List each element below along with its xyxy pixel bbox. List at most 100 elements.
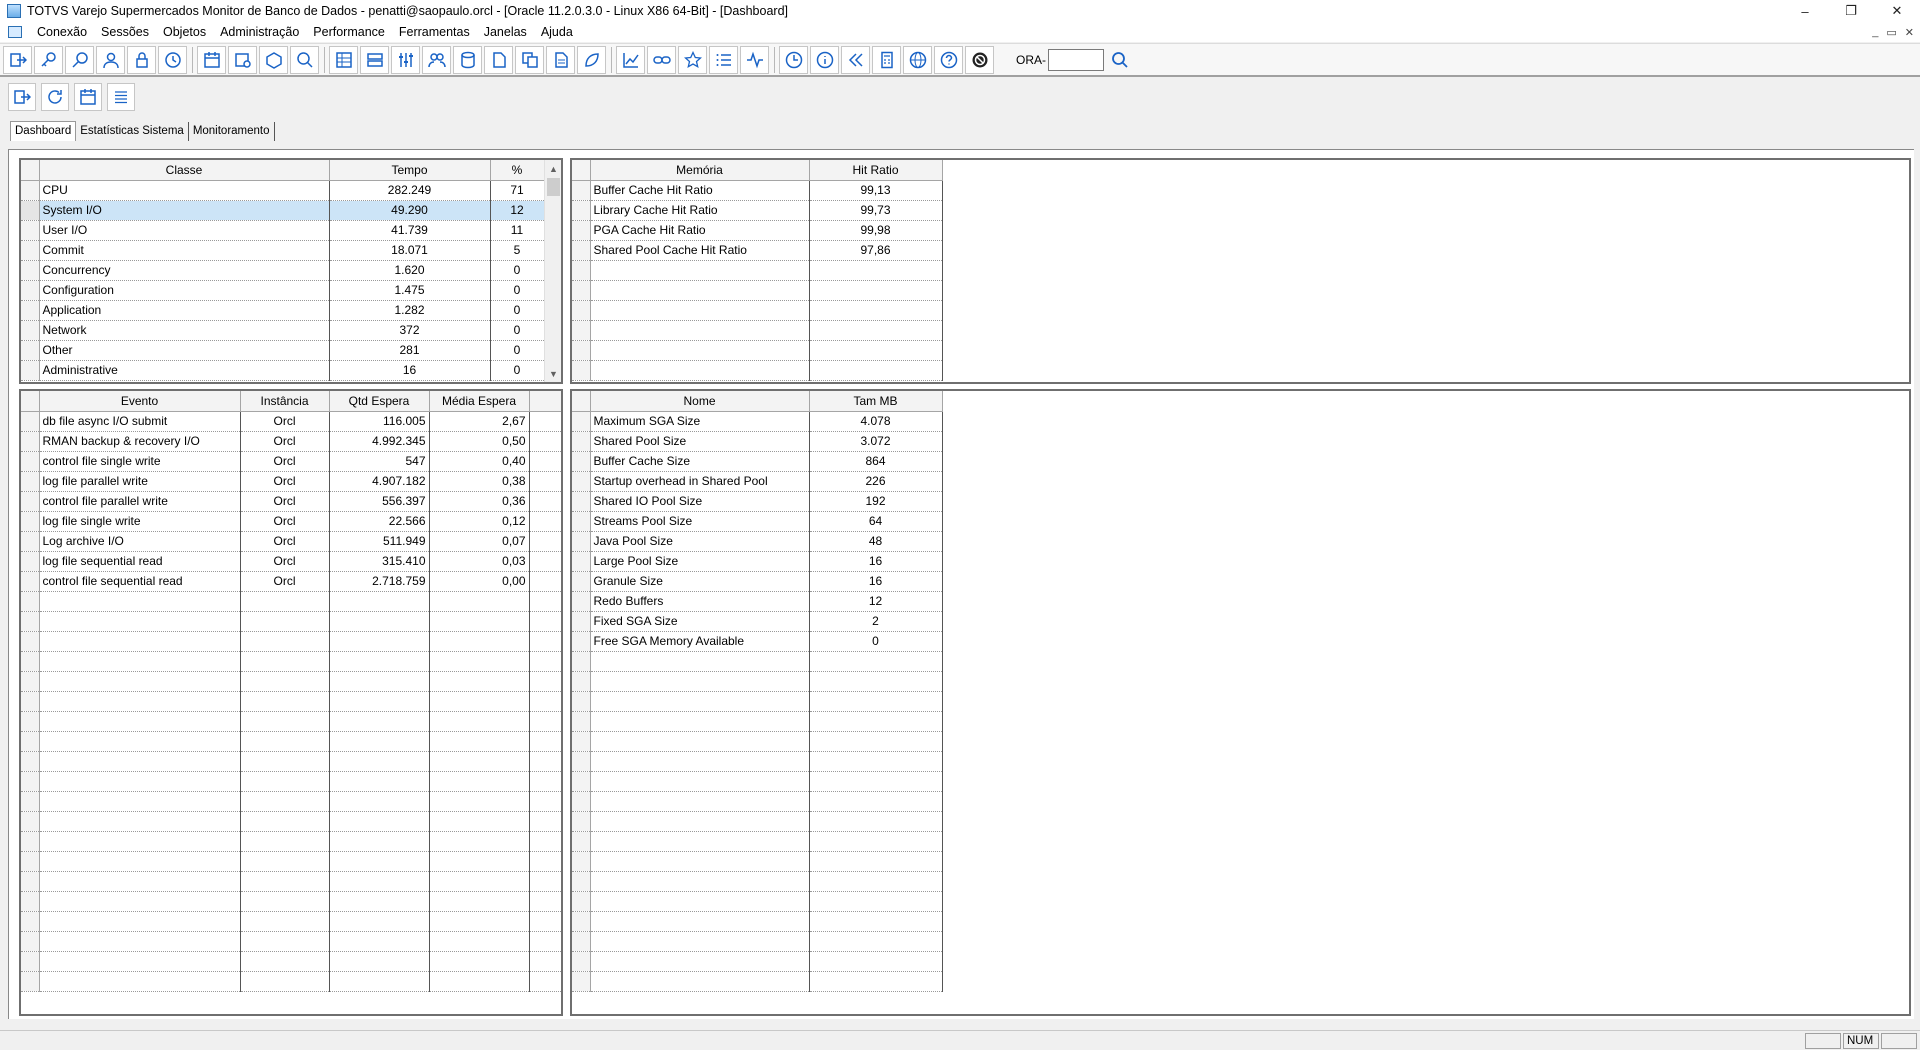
row-indicator[interactable]: [572, 811, 591, 832]
cell-tam-mb[interactable]: 16: [809, 551, 943, 572]
cell-nome[interactable]: Shared Pool Size: [590, 431, 810, 452]
roles-button[interactable]: [422, 45, 451, 74]
cell-tempo[interactable]: 1.620: [329, 260, 491, 281]
cell-nome[interactable]: Free SGA Memory Available: [590, 631, 810, 652]
cell-tam-mb[interactable]: [809, 751, 943, 772]
calculator-button[interactable]: [872, 45, 901, 74]
cell-instancia[interactable]: [240, 931, 330, 952]
cell-memoria[interactable]: Buffer Cache Hit Ratio: [590, 180, 810, 201]
cell-qtd-espera[interactable]: [329, 851, 430, 872]
sessions-button[interactable]: [34, 45, 63, 74]
table-row[interactable]: [21, 691, 561, 712]
cell-instancia[interactable]: [240, 591, 330, 612]
cell-media-espera[interactable]: [429, 731, 530, 752]
help-button[interactable]: [934, 45, 963, 74]
table-row[interactable]: Buffer Cache Hit Ratio 99,13: [572, 180, 943, 201]
row-indicator[interactable]: [21, 260, 40, 281]
close-button[interactable]: ✕: [1874, 0, 1920, 22]
chart-button[interactable]: [616, 45, 645, 74]
cell-qtd-espera[interactable]: [329, 791, 430, 812]
table-row[interactable]: PGA Cache Hit Ratio 99,98: [572, 220, 943, 241]
cell-qtd-espera[interactable]: [329, 811, 430, 832]
cell-tempo[interactable]: 281: [329, 340, 491, 361]
cell-hit-ratio[interactable]: 99,73: [809, 200, 943, 221]
dashboard-calendar-button[interactable]: [74, 83, 102, 111]
cell-qtd-espera[interactable]: 2.718.759: [329, 571, 430, 592]
cell-nome[interactable]: Maximum SGA Size: [590, 411, 810, 432]
cell-qtd-espera[interactable]: [329, 731, 430, 752]
cell-tam-mb[interactable]: 226: [809, 471, 943, 492]
table-row[interactable]: Configuration 1.475 0: [21, 280, 545, 301]
table-row[interactable]: [572, 280, 943, 301]
row-indicator[interactable]: [21, 751, 40, 772]
cell-instancia[interactable]: [240, 751, 330, 772]
table-row[interactable]: [572, 791, 943, 812]
cell-tam-mb[interactable]: [809, 811, 943, 832]
cell-nome[interactable]: Fixed SGA Size: [590, 611, 810, 632]
back-button[interactable]: [841, 45, 870, 74]
cell-media-espera[interactable]: [429, 751, 530, 772]
cell-qtd-espera[interactable]: 4.907.182: [329, 471, 430, 492]
cell-nome[interactable]: [590, 871, 810, 892]
cell-qtd-espera[interactable]: 511.949: [329, 531, 430, 552]
row-indicator[interactable]: [21, 200, 40, 221]
row-indicator[interactable]: [572, 240, 591, 261]
table-row[interactable]: Free SGA Memory Available 0: [572, 631, 943, 652]
cell-classe[interactable]: Network: [39, 320, 330, 341]
table-row[interactable]: [572, 751, 943, 772]
table-row[interactable]: [21, 871, 561, 892]
cell-evento[interactable]: [39, 851, 241, 872]
row-indicator[interactable]: [572, 431, 591, 452]
table-row[interactable]: [21, 711, 561, 732]
row-indicator[interactable]: [21, 951, 40, 972]
row-indicator[interactable]: [21, 431, 40, 452]
cell-media-espera[interactable]: 0,03: [429, 551, 530, 572]
sga-size-grid[interactable]: Nome Tam MB Maximum SGA Size 4.078 Shared …: [570, 389, 1911, 1016]
table-row[interactable]: control file sequential read Orcl 2.718.75…: [21, 571, 561, 592]
mdi-child-icon[interactable]: [8, 26, 22, 38]
cell-tam-mb[interactable]: [809, 671, 943, 692]
cell-tam-mb[interactable]: 4.078: [809, 411, 943, 432]
table-row[interactable]: Redo Buffers 12: [572, 591, 943, 612]
cell-tam-mb[interactable]: [809, 691, 943, 712]
row-indicator[interactable]: [21, 811, 40, 832]
cell-hit-ratio[interactable]: [809, 260, 943, 281]
search-sessions-button[interactable]: [65, 45, 94, 74]
memory-hit-ratio-grid[interactable]: Memória Hit Ratio Buffer Cache Hit Ratio…: [570, 158, 1911, 384]
cell-hit-ratio[interactable]: [809, 320, 943, 341]
cell-evento[interactable]: [39, 871, 241, 892]
table-row[interactable]: [572, 671, 943, 692]
cell-nome[interactable]: Streams Pool Size: [590, 511, 810, 532]
restore-button[interactable]: ❐: [1828, 0, 1874, 22]
report-button[interactable]: [329, 45, 358, 74]
cell-hit-ratio[interactable]: [809, 300, 943, 321]
cell-qtd-espera[interactable]: [329, 651, 430, 672]
row-indicator[interactable]: [572, 731, 591, 752]
scroll-down-arrow-icon[interactable]: ▼: [545, 365, 561, 382]
cell-tempo[interactable]: 1.282: [329, 300, 491, 321]
row-indicator[interactable]: [572, 851, 591, 872]
row-indicator[interactable]: [21, 931, 40, 952]
cell-tempo[interactable]: 41.739: [329, 220, 491, 241]
cell-classe[interactable]: Commit: [39, 240, 330, 261]
row-indicator[interactable]: [21, 771, 40, 792]
mdi-close-button[interactable]: ✕: [1905, 26, 1914, 39]
cell-qtd-espera[interactable]: [329, 591, 430, 612]
row-indicator[interactable]: [572, 631, 591, 652]
cell-instancia[interactable]: [240, 691, 330, 712]
row-indicator[interactable]: [572, 491, 591, 512]
cell-evento[interactable]: [39, 931, 241, 952]
row-indicator[interactable]: [572, 651, 591, 672]
cell-memoria[interactable]: [590, 360, 810, 381]
row-indicator[interactable]: [572, 771, 591, 792]
cell-tam-mb[interactable]: [809, 791, 943, 812]
links-button[interactable]: [647, 45, 676, 74]
cell-percent[interactable]: 0: [490, 320, 545, 341]
cell-media-espera[interactable]: [429, 791, 530, 812]
cell-evento[interactable]: log file parallel write: [39, 471, 241, 492]
cell-percent[interactable]: 0: [490, 300, 545, 321]
table-row[interactable]: Concurrency 1.620 0: [21, 260, 545, 281]
cell-media-espera[interactable]: [429, 851, 530, 872]
cell-media-espera[interactable]: [429, 631, 530, 652]
parameters-button[interactable]: [391, 45, 420, 74]
